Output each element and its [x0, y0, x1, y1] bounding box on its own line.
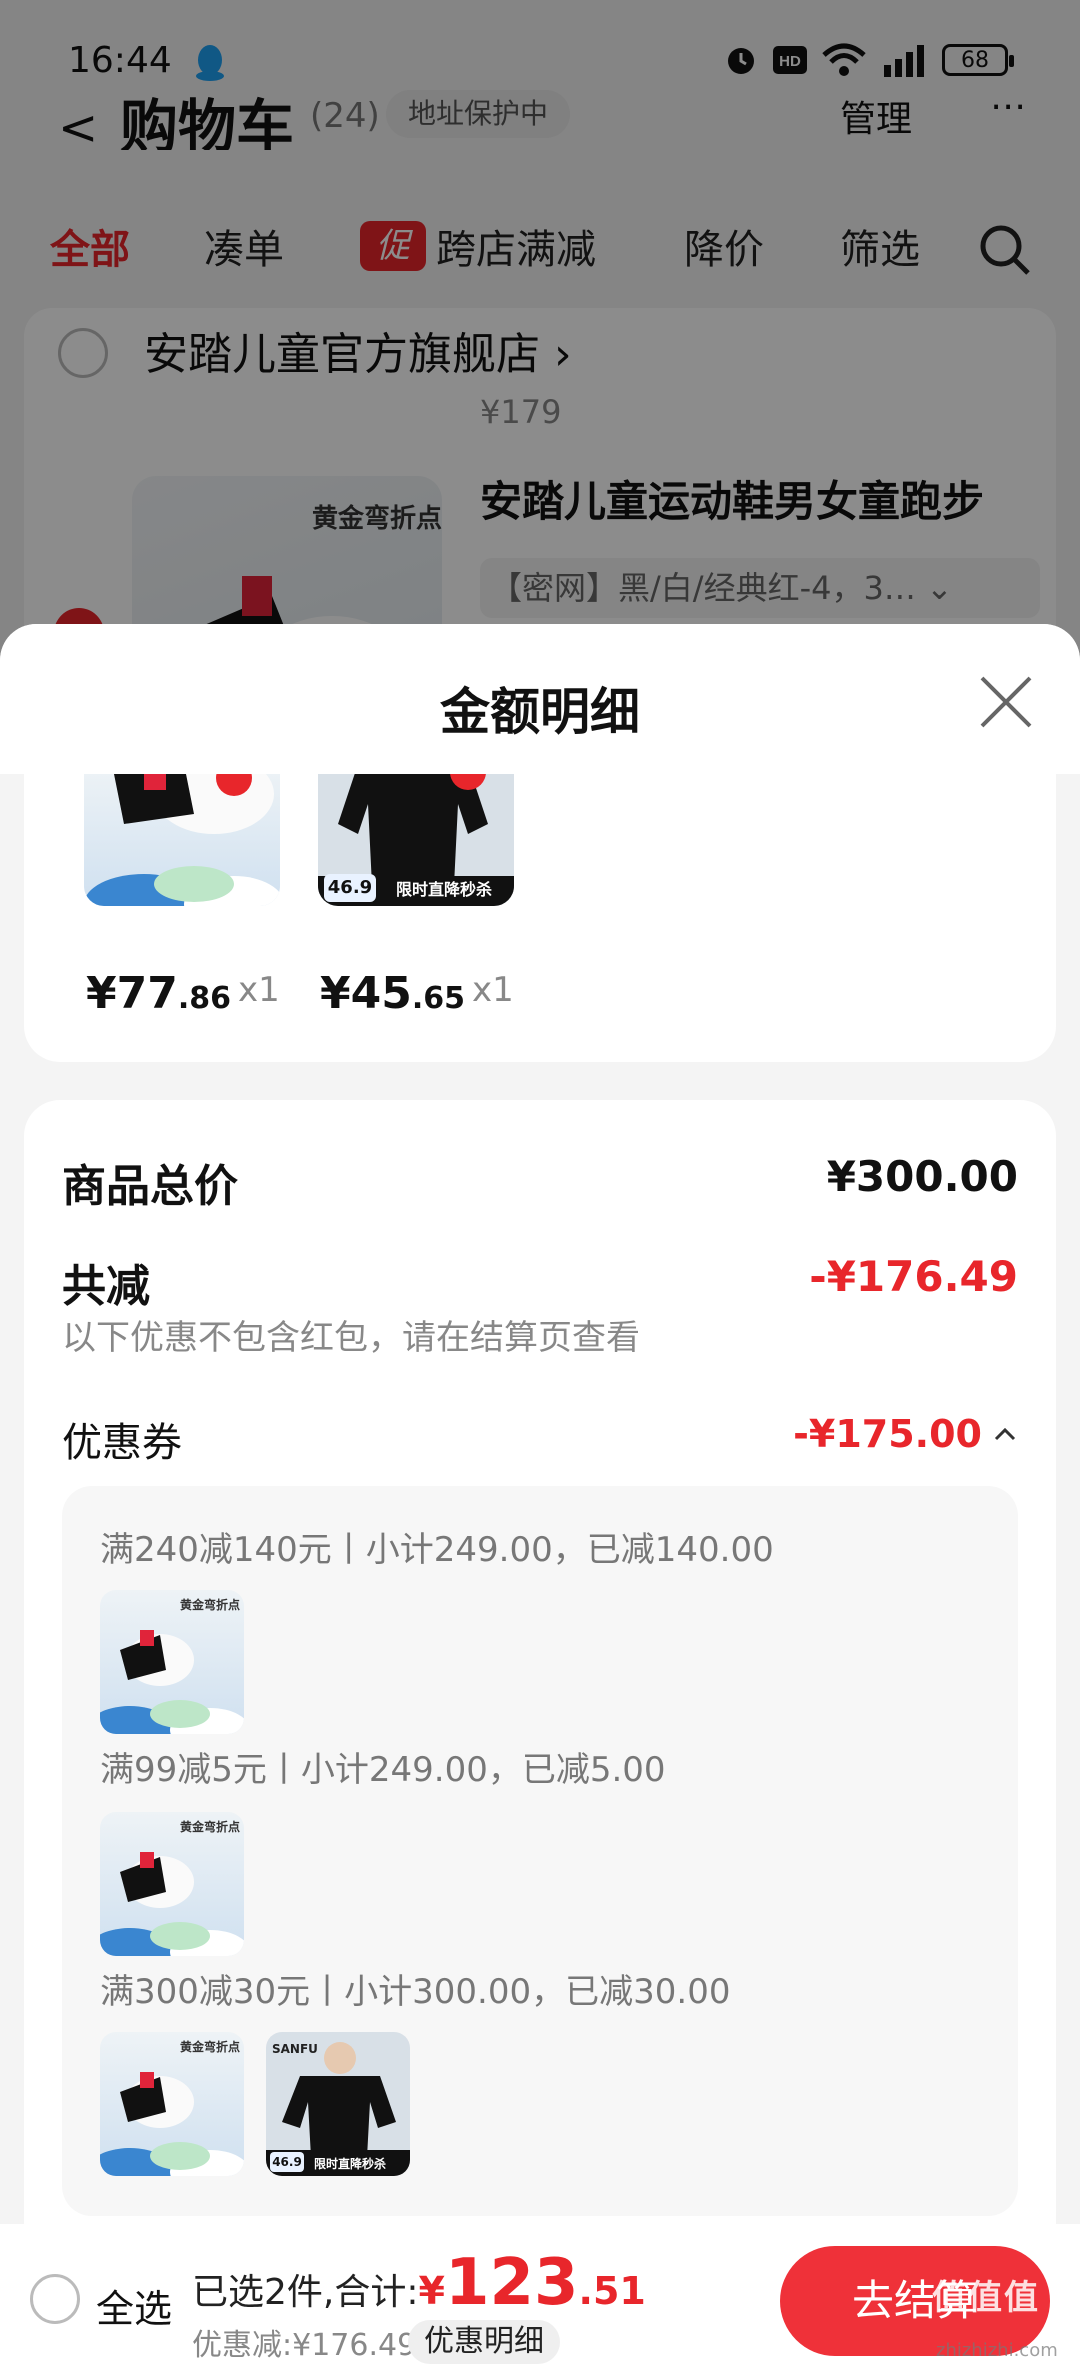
total-price-value: ¥300.00	[826, 1152, 1018, 1201]
amount-breakdown-card: 商品总价 ¥300.00 共减 -¥176.49 以下优惠不包含红包，请在结算页…	[24, 1100, 1056, 2224]
coupon-details-box: 满240减140元丨小计249.00，已减140.00 黄金弯折点 满99减5元…	[62, 1486, 1018, 2216]
item-qty: x1	[472, 970, 514, 1010]
item-image-shoe[interactable]	[84, 774, 280, 906]
total-integer: 123	[444, 2246, 579, 2320]
coupon-rule: 满300减30元丨小计300.00，已减30.00	[100, 1972, 731, 2012]
coupon-value: -¥175.00	[793, 1412, 982, 1456]
item-qty: x1	[238, 970, 280, 1010]
item-image-shirt[interactable]: 46.9 限时直降秒杀	[318, 774, 514, 906]
watermark-url: zhizhizhi.com	[936, 2340, 1058, 2361]
reduction-note: 以下优惠不包含红包，请在结算页查看	[62, 1318, 640, 1358]
item-price: ¥45.65	[320, 968, 466, 1019]
watermark-logo: 值值值	[932, 2278, 1040, 2318]
sheet-header: 金额明细	[0, 624, 1080, 774]
coupon-item-thumb[interactable]: 黄金弯折点	[100, 1590, 244, 1734]
select-all-label[interactable]: 全选	[96, 2278, 172, 2333]
coupon-item-thumb[interactable]: 黄金弯折点	[100, 1812, 244, 1956]
checkout-bar: 全选 已选2件,合计: ¥ 123 .51 优惠减:¥176.49 优惠明细 去…	[0, 2224, 1080, 2376]
discount-detail-button[interactable]: 优惠明细	[408, 2320, 560, 2364]
amount-detail-sheet: 金额明细 46.9 限时直降秒杀 ¥77.86 x1 ¥45.65 x1 商品总…	[0, 624, 1080, 2224]
select-all-radio[interactable]	[30, 2274, 80, 2324]
close-icon[interactable]	[976, 672, 1036, 732]
coupon-item-thumb[interactable]: SANFU 46.9 限时直降秒杀	[266, 2032, 410, 2176]
coupon-rule: 满99减5元丨小计249.00，已减5.00	[100, 1750, 666, 1790]
sheet-title: 金额明细	[440, 683, 640, 741]
thumb-tag: 黄金弯折点	[180, 1598, 241, 1612]
item-price-badge: 46.9	[324, 874, 376, 902]
selected-items-card: 46.9 限时直降秒杀 ¥77.86 x1 ¥45.65 x1	[24, 774, 1056, 1062]
total-currency: ¥	[418, 2269, 445, 2313]
thumb-tag: 黄金弯折点	[180, 1820, 241, 1834]
total-price-label: 商品总价	[62, 1161, 238, 1212]
thumb-badge: 46.9	[270, 2152, 304, 2172]
item-banner: 限时直降秒杀	[396, 880, 493, 899]
total-summary: 已选2件,合计: ¥ 123 .51	[192, 2246, 646, 2320]
summary-prefix: 已选2件,合计:	[192, 2272, 419, 2313]
coupon-rule: 满240减140元丨小计249.00，已减140.00	[100, 1530, 774, 1570]
coupon-item-thumb[interactable]: 黄金弯折点	[100, 2032, 244, 2176]
discount-amount: 优惠减:¥176.49	[192, 2328, 417, 2363]
total-decimal: .51	[578, 2269, 646, 2313]
thumb-brand: SANFU	[272, 2042, 318, 2056]
coupon-toggle[interactable]: -¥175.00	[793, 1412, 1016, 1456]
thumb-tag: 黄金弯折点	[180, 2040, 241, 2054]
item-price: ¥77.86	[86, 968, 232, 1019]
total-reduction-label: 共减	[62, 1261, 150, 1312]
total-reduction-value: -¥176.49	[809, 1252, 1018, 1301]
thumb-banner: 限时直降秒杀	[314, 2157, 387, 2171]
chevron-up-icon	[994, 1427, 1016, 1441]
coupon-label: 优惠券	[62, 1420, 182, 1466]
